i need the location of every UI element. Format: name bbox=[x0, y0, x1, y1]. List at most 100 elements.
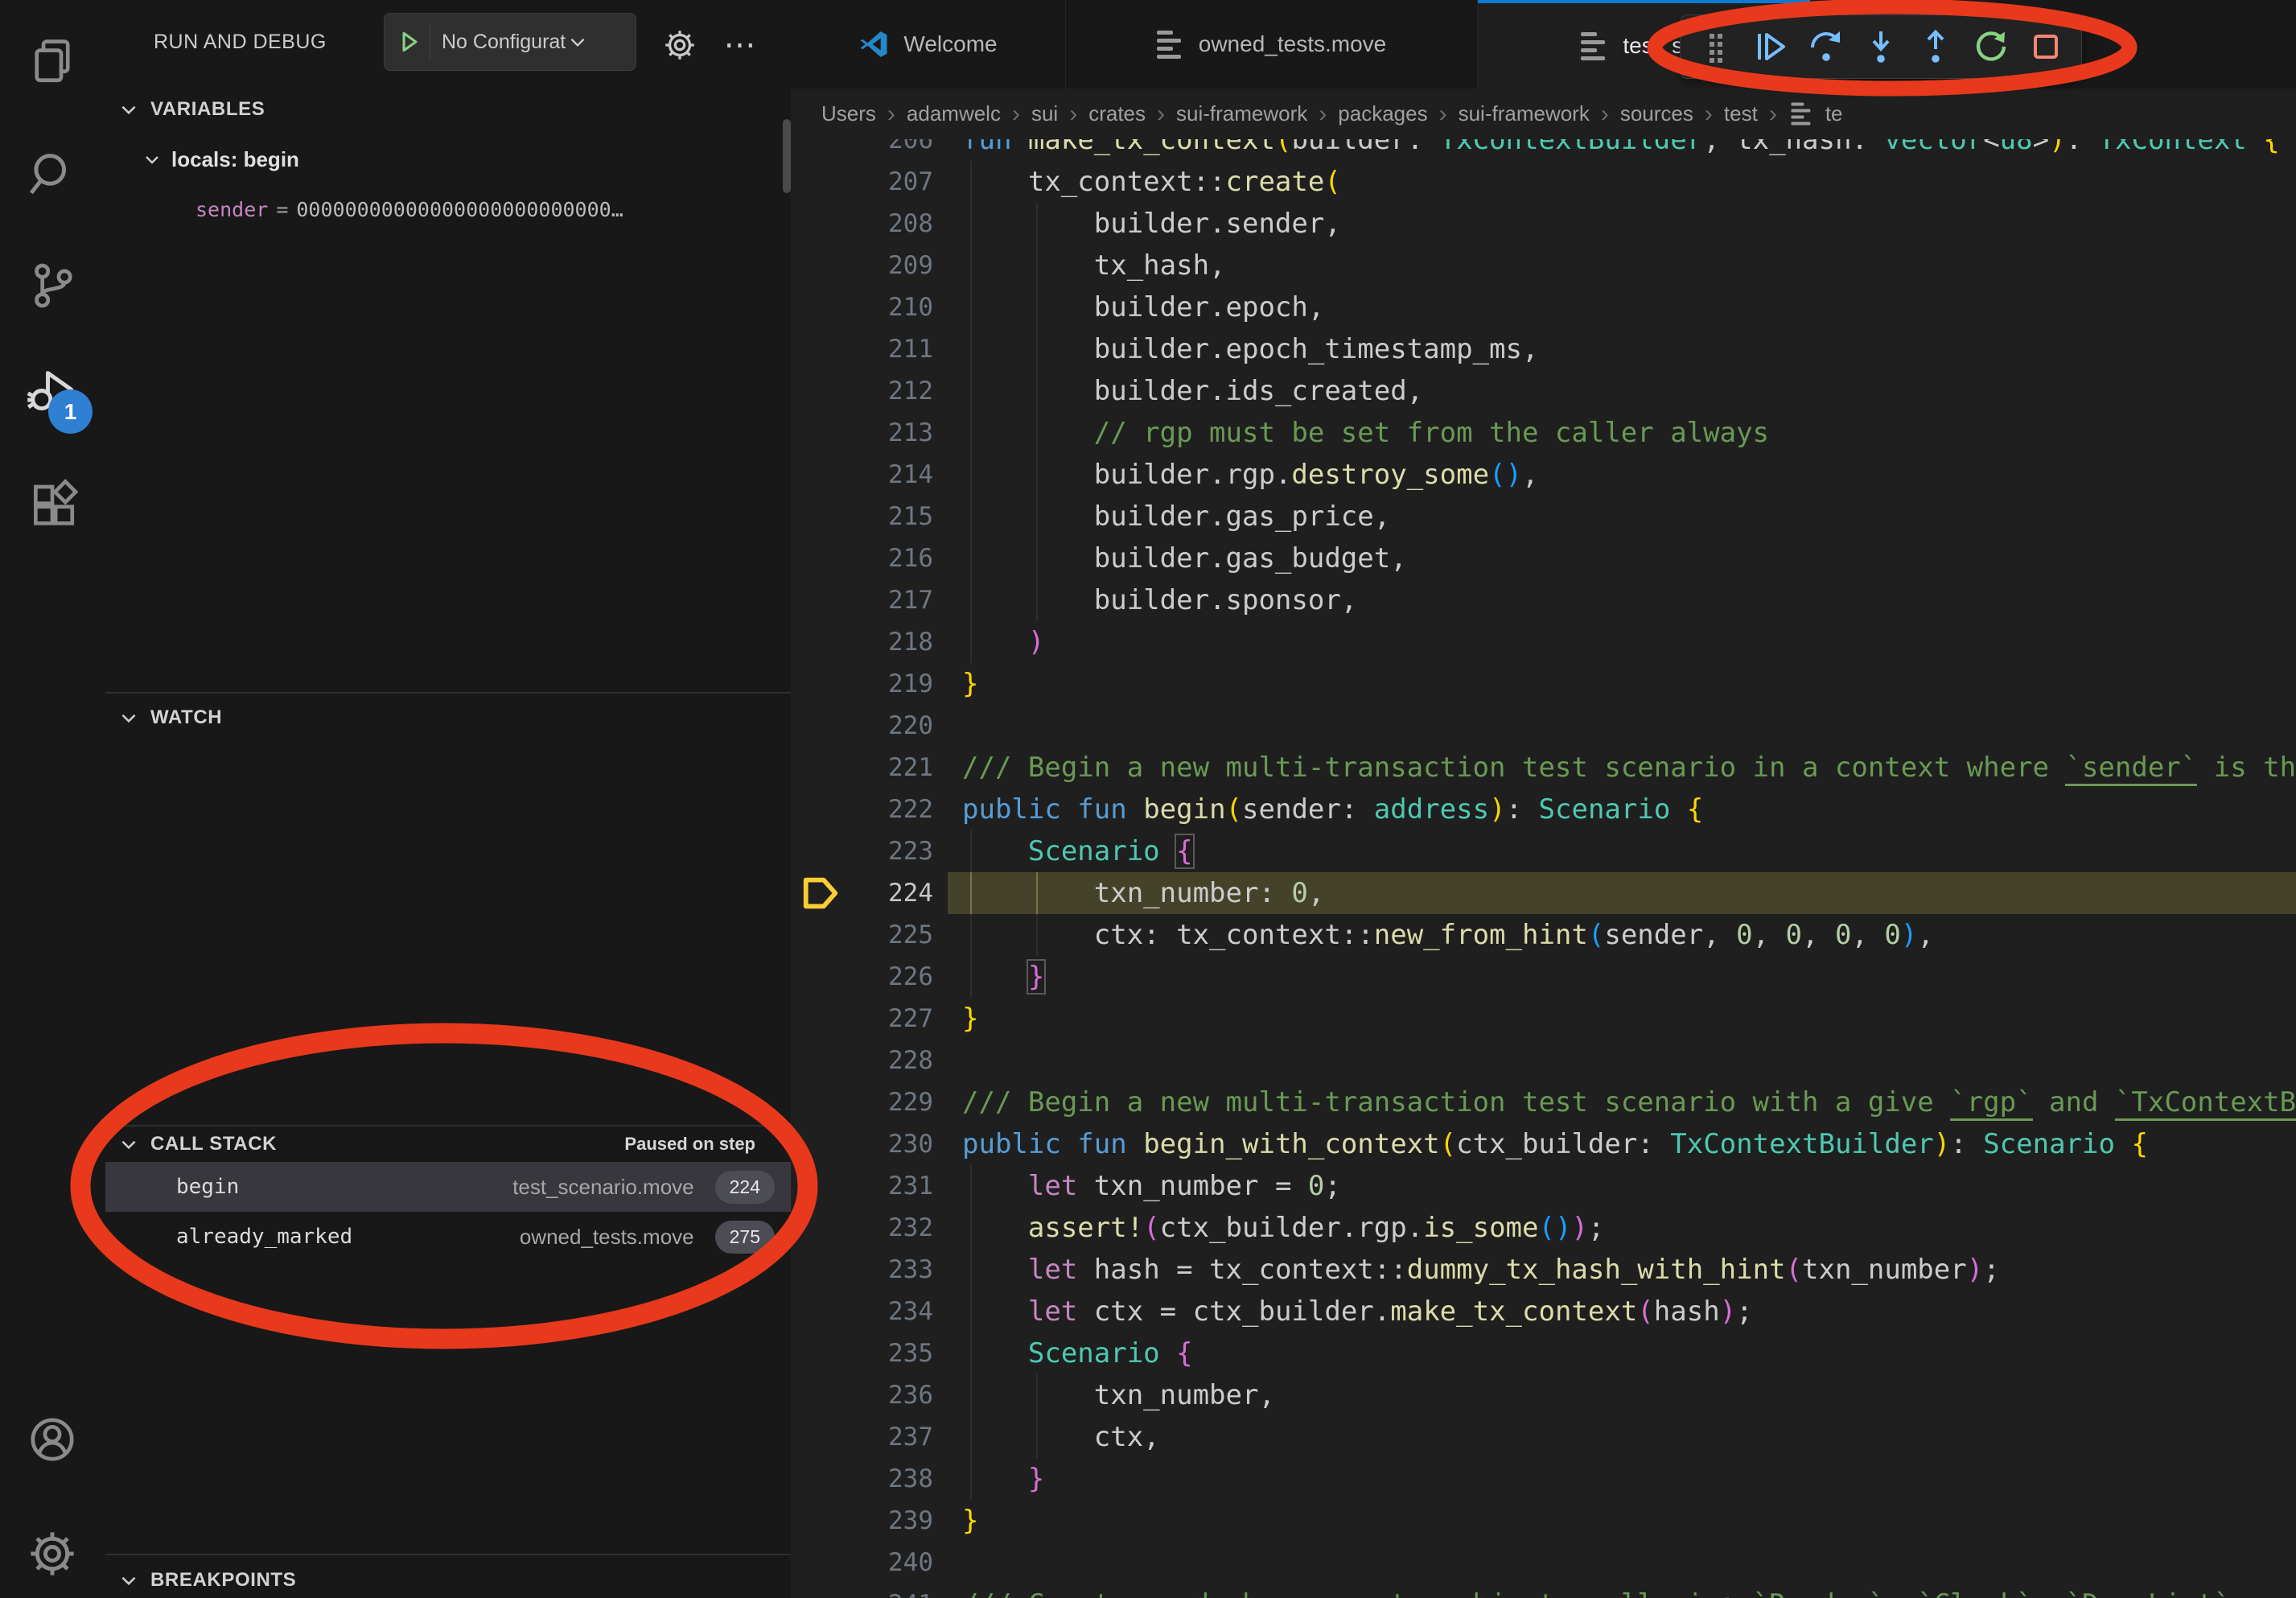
breakpoints-section-header[interactable]: BREAKPOINTS bbox=[105, 1561, 791, 1598]
variables-scope-row[interactable]: locals: begin bbox=[105, 138, 791, 180]
drag-handle-icon[interactable] bbox=[1695, 26, 1737, 68]
step-into-button[interactable] bbox=[1860, 26, 1902, 68]
code-line-230[interactable]: 230public fun begin_with_context(ctx_bui… bbox=[791, 1123, 2296, 1165]
line-number[interactable]: 236 bbox=[791, 1374, 933, 1416]
extensions-icon[interactable] bbox=[26, 478, 79, 531]
code-line-238[interactable]: 238 } bbox=[791, 1458, 2296, 1500]
files-icon[interactable] bbox=[26, 34, 79, 87]
code-line-231[interactable]: 231 let txn_number = 0; bbox=[791, 1165, 2296, 1207]
line-number[interactable]: 233 bbox=[791, 1249, 933, 1291]
watch-section-header[interactable]: WATCH bbox=[105, 698, 791, 737]
tab-owned-tests[interactable]: owned_tests.move bbox=[1066, 0, 1478, 89]
line-number[interactable]: 240 bbox=[791, 1542, 933, 1584]
sidebar-scrollbar[interactable] bbox=[783, 119, 791, 193]
continue-button[interactable] bbox=[1750, 26, 1792, 68]
line-number[interactable]: 217 bbox=[791, 579, 933, 621]
code-line-209[interactable]: 209 tx_hash, bbox=[791, 245, 2296, 286]
code-line-212[interactable]: 212 builder.ids_created, bbox=[791, 370, 2296, 412]
debug-configuration-dropdown[interactable]: No Configurat bbox=[384, 13, 636, 71]
breadcrumb-item[interactable]: crates bbox=[1088, 101, 1146, 126]
more-actions-icon[interactable]: ⋯ bbox=[720, 24, 762, 66]
settings-gear-icon[interactable] bbox=[26, 1527, 79, 1580]
code-line-214[interactable]: 214 builder.rgp.destroy_some(), bbox=[791, 454, 2296, 496]
line-number[interactable]: 231 bbox=[791, 1165, 933, 1207]
line-number[interactable]: 219 bbox=[791, 663, 933, 705]
line-number[interactable]: 226 bbox=[791, 956, 933, 998]
line-number[interactable]: 228 bbox=[791, 1040, 933, 1081]
gear-icon[interactable] bbox=[659, 24, 701, 66]
code-line-232[interactable]: 232 assert!(ctx_builder.rgp.is_some()); bbox=[791, 1207, 2296, 1249]
account-icon[interactable] bbox=[26, 1413, 79, 1466]
code-line-220[interactable]: 220 bbox=[791, 705, 2296, 747]
breadcrumb-file[interactable]: te bbox=[1788, 100, 1843, 128]
line-number[interactable]: 214 bbox=[791, 454, 933, 496]
source-control-icon[interactable] bbox=[26, 259, 79, 312]
line-number[interactable]: 237 bbox=[791, 1416, 933, 1458]
code-line-216[interactable]: 216 builder.gas_budget, bbox=[791, 537, 2296, 579]
code-line-221[interactable]: 221/// Begin a new multi-transaction tes… bbox=[791, 747, 2296, 789]
line-number[interactable]: 227 bbox=[791, 998, 933, 1040]
call-stack-frame[interactable]: begin test_scenario.move 224 bbox=[105, 1162, 791, 1212]
code-line-233[interactable]: 233 let hash = tx_context::dummy_tx_hash… bbox=[791, 1249, 2296, 1291]
line-number[interactable]: 211 bbox=[791, 328, 933, 370]
line-number[interactable]: 234 bbox=[791, 1291, 933, 1332]
code-line-236[interactable]: 236 txn_number, bbox=[791, 1374, 2296, 1416]
code-line-222[interactable]: 222public fun begin(sender: address): Sc… bbox=[791, 789, 2296, 830]
line-number[interactable]: 241 bbox=[791, 1584, 933, 1598]
tab-welcome[interactable]: Welcome bbox=[791, 0, 1066, 89]
step-over-button[interactable] bbox=[1805, 26, 1847, 68]
step-out-button[interactable] bbox=[1915, 26, 1957, 68]
line-number[interactable]: 213 bbox=[791, 412, 933, 454]
code-line-241[interactable]: 241/// Creates and shares system objects… bbox=[791, 1584, 2296, 1598]
code-line-207[interactable]: 207 tx_context::create( bbox=[791, 161, 2296, 203]
breadcrumb-item[interactable]: sui-framework bbox=[1176, 101, 1307, 126]
line-number[interactable]: 210 bbox=[791, 286, 933, 328]
code-area[interactable]: 206fun make_tx_context(builder: TxContex… bbox=[791, 89, 2296, 1598]
line-number[interactable]: 235 bbox=[791, 1332, 933, 1374]
code-line-235[interactable]: 235 Scenario { bbox=[791, 1332, 2296, 1374]
code-line-240[interactable]: 240 bbox=[791, 1542, 2296, 1584]
line-number[interactable]: 224 bbox=[791, 872, 933, 914]
code-line-215[interactable]: 215 builder.gas_price, bbox=[791, 496, 2296, 537]
code-line-219[interactable]: 219} bbox=[791, 663, 2296, 705]
code-line-213[interactable]: 213 // rgp must be set from the caller a… bbox=[791, 412, 2296, 454]
line-number[interactable]: 218 bbox=[791, 621, 933, 663]
line-number[interactable]: 230 bbox=[791, 1123, 933, 1165]
line-number[interactable]: 216 bbox=[791, 537, 933, 579]
code-line-211[interactable]: 211 builder.epoch_timestamp_ms, bbox=[791, 328, 2296, 370]
code-line-208[interactable]: 208 builder.sender, bbox=[791, 203, 2296, 245]
code-line-228[interactable]: 228 bbox=[791, 1040, 2296, 1081]
line-number[interactable]: 225 bbox=[791, 914, 933, 956]
line-number[interactable]: 223 bbox=[791, 830, 933, 872]
code-line-217[interactable]: 217 builder.sponsor, bbox=[791, 579, 2296, 621]
start-debug-icon[interactable] bbox=[385, 28, 430, 56]
code-line-227[interactable]: 227} bbox=[791, 998, 2296, 1040]
code-line-218[interactable]: 218 ) bbox=[791, 621, 2296, 663]
line-number[interactable]: 232 bbox=[791, 1207, 933, 1249]
breadcrumb-item[interactable]: sources bbox=[1620, 101, 1693, 126]
line-number[interactable]: 212 bbox=[791, 370, 933, 412]
line-number[interactable]: 221 bbox=[791, 747, 933, 789]
breadcrumb-item[interactable]: test bbox=[1724, 101, 1758, 126]
code-line-225[interactable]: 225 ctx: tx_context::new_from_hint(sende… bbox=[791, 914, 2296, 956]
line-number[interactable]: 239 bbox=[791, 1500, 933, 1542]
breadcrumb-item[interactable]: Users bbox=[821, 101, 876, 126]
code-line-234[interactable]: 234 let ctx = ctx_builder.make_tx_contex… bbox=[791, 1291, 2296, 1332]
breadcrumb-item[interactable]: adamwelc bbox=[907, 101, 1001, 126]
line-number[interactable]: 222 bbox=[791, 789, 933, 830]
call-stack-section-header[interactable]: CALL STACK Paused on step bbox=[105, 1125, 791, 1163]
code-line-237[interactable]: 237 ctx, bbox=[791, 1416, 2296, 1458]
restart-button[interactable] bbox=[1970, 26, 2012, 68]
line-number[interactable]: 207 bbox=[791, 161, 933, 203]
code-line-210[interactable]: 210 builder.epoch, bbox=[791, 286, 2296, 328]
line-number[interactable]: 238 bbox=[791, 1458, 933, 1500]
call-stack-frame[interactable]: already_marked owned_tests.move 275 bbox=[105, 1212, 791, 1262]
variable-row[interactable]: sender = 00000000000000000000000000… bbox=[105, 188, 791, 230]
line-number[interactable]: 208 bbox=[791, 203, 933, 245]
code-line-226[interactable]: 226 } bbox=[791, 956, 2296, 998]
code-line-229[interactable]: 229/// Begin a new multi-transaction tes… bbox=[791, 1081, 2296, 1123]
line-number[interactable]: 220 bbox=[791, 705, 933, 747]
line-number[interactable]: 229 bbox=[791, 1081, 933, 1123]
line-number[interactable]: 209 bbox=[791, 245, 933, 286]
variables-section-header[interactable]: VARIABLES bbox=[105, 90, 791, 129]
